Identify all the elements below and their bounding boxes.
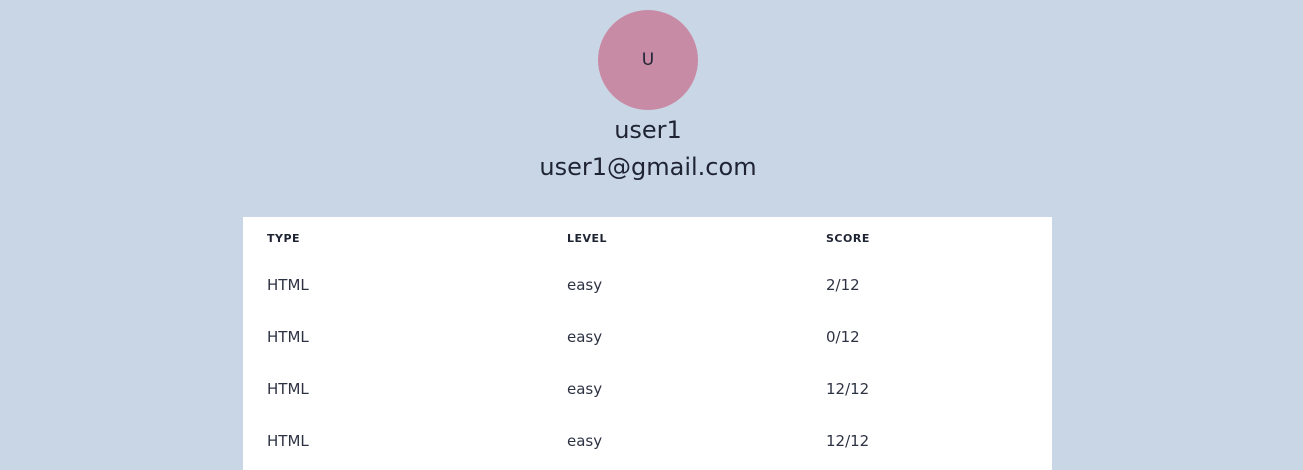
scores-table: TYPE LEVEL SCORE HTML easy 2/12 HTML eas… (243, 217, 1052, 467)
username: user1 (614, 116, 682, 144)
cell-score: 12/12 (826, 432, 870, 450)
column-header-type: TYPE (267, 231, 301, 245)
cell-type: HTML (267, 276, 309, 294)
table-row: HTML easy 12/12 (243, 363, 1052, 415)
table-header-row: TYPE LEVEL SCORE (243, 217, 1052, 259)
scores-table-card: TYPE LEVEL SCORE HTML easy 2/12 HTML eas… (243, 217, 1052, 470)
table-row: HTML easy 2/12 (243, 259, 1052, 311)
cell-type: HTML (267, 380, 309, 398)
cell-score: 0/12 (826, 328, 860, 346)
column-header-level: LEVEL (567, 231, 608, 245)
avatar: U (598, 10, 698, 110)
column-header-score: SCORE (826, 231, 870, 245)
cell-level: easy (567, 380, 603, 398)
user-email: user1@gmail.com (539, 153, 757, 181)
cell-score: 12/12 (826, 380, 870, 398)
cell-score: 2/12 (826, 276, 860, 294)
cell-level: easy (567, 432, 603, 450)
cell-level: easy (567, 276, 603, 294)
cell-type: HTML (267, 432, 309, 450)
avatar-initial: U (641, 50, 655, 70)
cell-level: easy (567, 328, 603, 346)
table-row: HTML easy 12/12 (243, 415, 1052, 467)
cell-type: HTML (267, 328, 309, 346)
table-row: HTML easy 0/12 (243, 311, 1052, 363)
